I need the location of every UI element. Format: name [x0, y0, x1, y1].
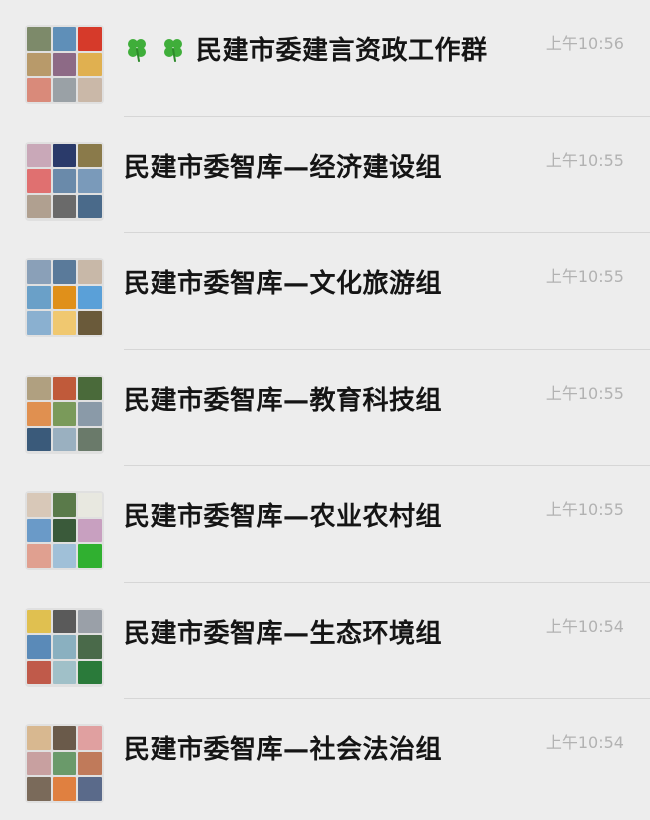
member-avatar	[78, 635, 102, 659]
member-avatar	[78, 27, 102, 51]
member-avatar	[52, 609, 77, 634]
member-avatar	[52, 518, 77, 543]
clover-icon	[124, 36, 150, 62]
group-avatar	[25, 25, 104, 104]
member-avatar	[52, 27, 77, 51]
chat-title: 民建市委建言资政工作群	[124, 30, 488, 67]
group-avatar	[25, 724, 104, 803]
member-avatar	[78, 169, 102, 193]
chat-time: 上午10:55	[545, 383, 624, 403]
member-avatar	[52, 143, 77, 168]
member-avatar	[27, 78, 51, 102]
member-avatar	[27, 311, 51, 335]
member-avatar	[78, 427, 102, 452]
member-avatar	[27, 52, 51, 77]
chat-item[interactable]: 民建市委智库—农业农村组 上午10:55	[0, 466, 650, 583]
member-avatar	[78, 751, 102, 776]
member-avatar	[52, 52, 77, 77]
member-avatar	[52, 260, 77, 284]
chat-time: 上午10:55	[545, 500, 624, 519]
chat-time: 上午10:55	[545, 150, 624, 170]
member-avatar	[27, 635, 51, 659]
chat-item[interactable]: 民建市委智库—社会法治组 上午10:54	[0, 699, 650, 816]
clover-icon	[160, 36, 186, 62]
member-avatar	[27, 518, 51, 543]
chat-item[interactable]: 民建市委智库—生态环境组 上午10:54	[0, 583, 650, 699]
group-avatar	[25, 491, 104, 570]
member-avatar	[52, 751, 77, 776]
member-avatar	[78, 52, 102, 77]
member-avatar	[27, 660, 51, 685]
member-avatar	[27, 194, 51, 219]
member-avatar	[52, 169, 77, 193]
chat-item[interactable]: 民建市委智库—教育科技组 上午10:55	[0, 350, 650, 466]
member-avatar	[52, 777, 77, 801]
chat-time: 上午10:54	[545, 616, 624, 636]
member-avatar	[78, 143, 102, 168]
chat-title: 民建市委智库—社会法治组	[124, 735, 443, 765]
chat-title: 民建市委智库—教育科技组	[124, 385, 443, 416]
member-avatar	[52, 402, 77, 426]
member-avatar	[27, 260, 51, 284]
member-avatar	[78, 194, 102, 219]
member-avatar	[27, 726, 51, 750]
member-avatar	[52, 311, 77, 335]
member-avatar	[78, 78, 102, 102]
member-avatar	[52, 726, 77, 750]
member-avatar	[78, 518, 102, 543]
chat-time: 上午10:55	[545, 267, 624, 286]
chat-time: 上午10:54	[545, 733, 624, 752]
group-avatar	[25, 374, 104, 454]
member-avatar	[27, 143, 51, 168]
chat-time: 上午10:56	[545, 34, 624, 53]
member-avatar	[27, 376, 51, 401]
member-avatar	[52, 376, 77, 401]
chat-title-text: 民建市委建言资政工作群	[196, 36, 488, 66]
member-avatar	[78, 544, 102, 568]
member-avatar	[27, 544, 51, 568]
chat-title: 民建市委智库—农业农村组	[124, 502, 443, 532]
member-avatar	[78, 777, 102, 801]
chat-item[interactable]: 民建市委智库—经济建设组 上午10:55	[0, 117, 650, 233]
member-avatar	[27, 169, 51, 193]
member-avatar	[27, 27, 51, 51]
member-avatar	[52, 194, 77, 219]
group-avatar	[25, 607, 104, 687]
member-avatar	[78, 285, 102, 310]
member-avatar	[78, 402, 102, 426]
member-avatar	[78, 726, 102, 750]
member-avatar	[78, 609, 102, 634]
member-avatar	[27, 285, 51, 310]
member-avatar	[27, 751, 51, 776]
chat-title: 民建市委智库—经济建设组	[124, 152, 443, 183]
chat-title: 民建市委智库—生态环境组	[124, 618, 443, 649]
member-avatar	[52, 544, 77, 568]
member-avatar	[52, 285, 77, 310]
member-avatar	[27, 777, 51, 801]
member-avatar	[78, 376, 102, 401]
member-avatar	[78, 493, 102, 517]
chat-item[interactable]: 民建市委建言资政工作群 上午10:56	[0, 0, 650, 117]
group-avatar	[25, 258, 104, 337]
member-avatar	[27, 609, 51, 634]
member-avatar	[78, 260, 102, 284]
member-avatar	[27, 427, 51, 452]
member-avatar	[78, 660, 102, 685]
chat-title: 民建市委智库—文化旅游组	[124, 269, 443, 299]
member-avatar	[52, 660, 77, 685]
member-avatar	[52, 493, 77, 517]
member-avatar	[27, 402, 51, 426]
chat-item[interactable]: 民建市委智库—文化旅游组 上午10:55	[0, 233, 650, 350]
member-avatar	[52, 78, 77, 102]
group-avatar	[25, 141, 104, 221]
chat-list: 民建市委建言资政工作群 上午10:56 民建市委智库—经济建设组 上午10:55…	[0, 0, 650, 820]
member-avatar	[52, 635, 77, 659]
member-avatar	[52, 427, 77, 452]
member-avatar	[27, 493, 51, 517]
member-avatar	[78, 311, 102, 335]
